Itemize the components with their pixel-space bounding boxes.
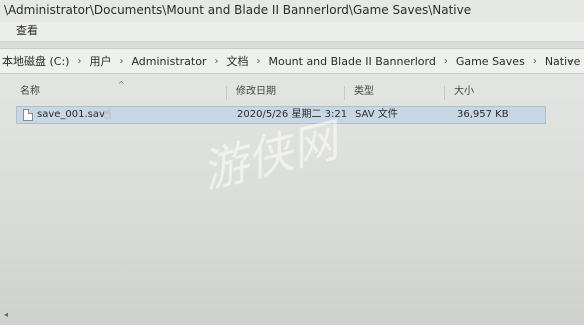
file-list-pane[interactable]: ^ 名称 修改日期 类型 大小 save_001.sav 2020/5/26 星…: [0, 74, 584, 325]
column-header-modified[interactable]: 修改日期: [236, 84, 276, 102]
breadcrumb-documents[interactable]: 文档: [224, 53, 250, 69]
breadcrumb-separator-icon[interactable]: ›: [527, 56, 543, 67]
breadcrumb-game-saves[interactable]: Game Saves: [454, 55, 527, 68]
file-type: SAV 文件: [355, 109, 398, 120]
mouse-cursor-icon: ☝: [103, 106, 112, 122]
file-size: 36,957 KB: [457, 109, 509, 120]
file-icon: [23, 109, 33, 121]
scroll-left-arrow-icon[interactable]: ◂: [4, 310, 8, 319]
breadcrumb-separator-icon[interactable]: ›: [438, 56, 454, 67]
column-header-size[interactable]: 大小: [454, 84, 474, 102]
file-modified: 2020/5/26 星期二 3:21: [237, 109, 348, 120]
window-title: \Administrator\Documents\Mount and Blade…: [4, 3, 472, 17]
chevron-down-icon[interactable]: ⌄: [566, 54, 574, 65]
column-divider[interactable]: [444, 86, 445, 100]
window-title-bar: \Administrator\Documents\Mount and Blade…: [0, 0, 584, 22]
file-row[interactable]: save_001.sav 2020/5/26 星期二 3:21 SAV 文件 3…: [16, 106, 546, 124]
address-bar[interactable]: 本地磁盘 (C:) › 用户 › Administrator › 文档 › Mo…: [0, 48, 584, 74]
breadcrumb-administrator[interactable]: Administrator: [129, 55, 208, 68]
breadcrumb-native[interactable]: Native: [543, 55, 583, 68]
column-header-name[interactable]: 名称: [20, 84, 40, 102]
column-divider[interactable]: [344, 86, 345, 100]
column-header-row: ^ 名称 修改日期 类型 大小: [0, 80, 584, 102]
breadcrumb-separator-icon[interactable]: ›: [208, 56, 224, 67]
sort-up-icon: ^: [118, 80, 125, 89]
breadcrumb-game-folder[interactable]: Mount and Blade II Bannerlord: [266, 55, 437, 68]
breadcrumb-drive[interactable]: 本地磁盘 (C:): [0, 53, 71, 69]
breadcrumb-users[interactable]: 用户: [87, 53, 113, 69]
column-header-type[interactable]: 类型: [354, 84, 374, 102]
breadcrumb-separator-icon[interactable]: ›: [71, 56, 87, 67]
column-divider[interactable]: [226, 86, 227, 100]
breadcrumb-separator-icon[interactable]: ›: [250, 56, 266, 67]
breadcrumb-separator-icon[interactable]: ›: [113, 56, 129, 67]
file-name: save_001.sav: [37, 109, 105, 120]
ribbon: 查看: [0, 22, 584, 42]
tab-view[interactable]: 查看: [16, 24, 38, 37]
